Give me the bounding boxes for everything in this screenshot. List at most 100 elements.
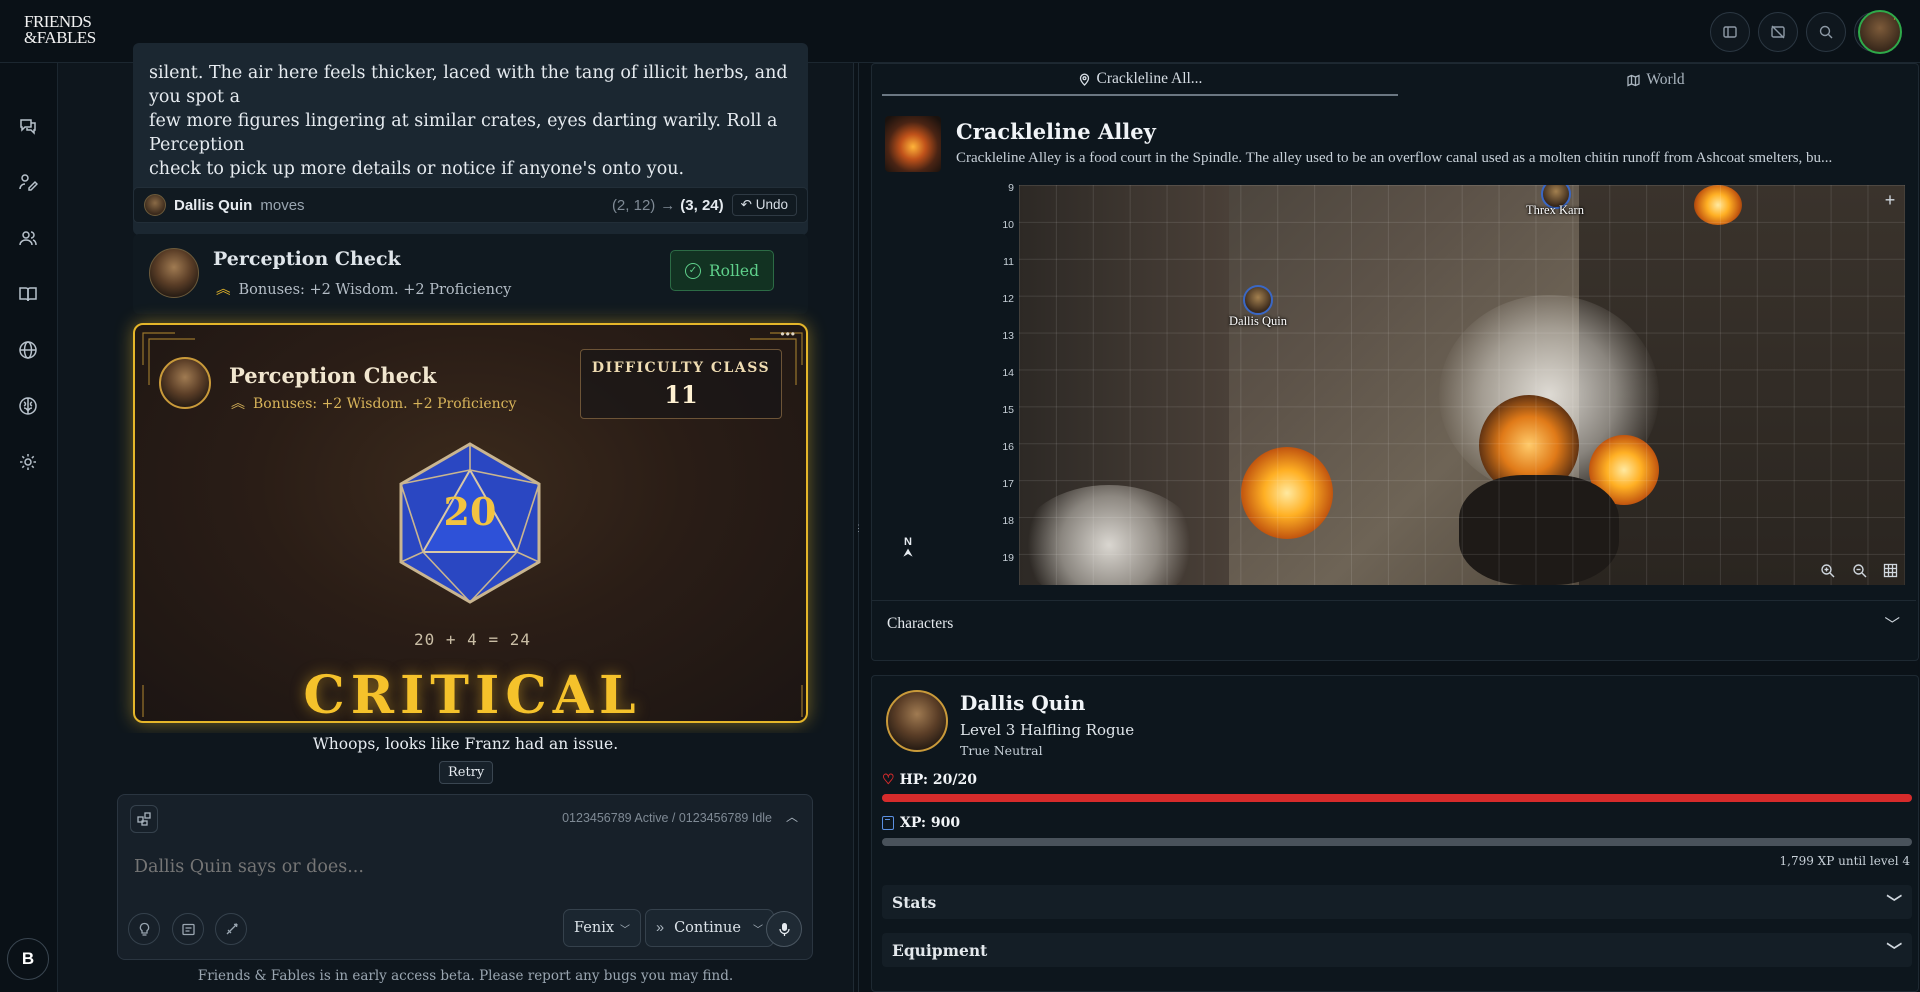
narration-line: silent. The air here feels thicker, lace… (149, 63, 788, 107)
image-button[interactable] (172, 913, 204, 945)
zoom-out-button[interactable] (1846, 557, 1872, 583)
roll-equation: 20 + 4 = 24 (414, 630, 531, 649)
roll-bonuses: Bonuses: +2 Wisdom. +2 Proficiency (253, 396, 517, 412)
narration-line: few more figures lingering at similar cr… (149, 111, 778, 155)
grid-row-label: 10 (1002, 219, 1014, 231)
check-bonuses: Bonuses: +2 Wisdom. +2 Proficiency (238, 282, 512, 298)
fast-forward-icon: » (656, 920, 665, 936)
logo-line-2: &FABLES (24, 28, 96, 47)
token-label: Dallis Quin (1229, 314, 1287, 328)
brain-icon[interactable] (17, 395, 39, 417)
stats-label: Stats (892, 892, 937, 912)
tab-location-label: Crackleline All... (1096, 70, 1203, 87)
chevron-down-icon: ﹀ (752, 924, 763, 936)
chevron-down-icon: ﹀ (1886, 893, 1902, 912)
undo-button[interactable]: ↶ Undo (731, 194, 797, 216)
battle-map[interactable]: Threx Karn Dallis Quin + (1019, 185, 1905, 585)
grid-icon (1883, 563, 1897, 577)
edit-character-icon[interactable] (17, 171, 39, 193)
grid-row-label: 19 (1002, 552, 1014, 564)
location-description: Crackleline Alley is a food court in the… (956, 150, 1833, 166)
check-bonuses-row: ︽ Bonuses: +2 Wisdom. +2 Proficiency (216, 278, 511, 299)
hp-label: HP: 20/20 (899, 771, 977, 788)
grid-row-label: 11 (1003, 256, 1014, 268)
panel-resizer[interactable]: ⋮ (853, 63, 863, 992)
beta-footer-note: Friends & Fables is in early access beta… (197, 968, 734, 984)
app-logo[interactable]: FRIENDS &FABLES (24, 13, 96, 47)
character-portrait (149, 248, 199, 298)
user-avatar[interactable]: ★ (1858, 10, 1902, 54)
north-arrow-icon: ⮝ (903, 548, 913, 559)
collapse-chevron-icon[interactable]: ︿ (786, 808, 798, 825)
grid-row-label: 15 (1002, 404, 1014, 416)
globe-icon[interactable] (17, 339, 39, 361)
drag-handle-icon[interactable]: ⋮ (854, 523, 863, 534)
voice-input-button[interactable] (766, 911, 802, 947)
hide-image-button[interactable] (1758, 12, 1798, 52)
chat-column: silent. The air here feels thicker, lace… (58, 43, 853, 992)
compass-label: N (904, 536, 912, 548)
check-circle-icon: ✓ (684, 262, 701, 279)
move-from: (2, 12) (611, 196, 656, 214)
move-to: (3, 24) (680, 196, 724, 214)
difficulty-class-box: DIFFICULTY CLASS 11 (580, 349, 782, 419)
move-verb: moves (260, 196, 305, 214)
settings-icon[interactable] (17, 451, 39, 473)
perception-check-summary: Perception Check ︽ Bonuses: +2 Wisdom. +2… (133, 234, 808, 314)
grid-row-label: 14 (1002, 367, 1014, 379)
user-initial: B (21, 949, 35, 968)
right-panel: Crackleline All... World Crackleline All… (867, 63, 1920, 992)
sidebar-toggle-icon (1723, 26, 1737, 38)
undo-label: Undo (755, 197, 788, 212)
xp-until-next: 1,799 XP until level 4 (1779, 854, 1910, 868)
character-portrait (159, 357, 211, 409)
mode-select-value: Continue (674, 920, 741, 936)
chevron-down-icon: ﹀ (1886, 941, 1902, 960)
user-menu-button[interactable]: B (7, 938, 49, 980)
bonus-chevron-icon: ︽ (216, 282, 231, 298)
chat-icon[interactable] (17, 115, 39, 137)
quick-action-button[interactable] (215, 913, 247, 945)
location-map-panel: Crackleline All... World Crackleline All… (871, 63, 1919, 661)
character-avatar (144, 194, 166, 216)
character-sheet: Dallis Quin Level 3 Halfling Rogue True … (871, 675, 1919, 992)
search-button[interactable] (1806, 12, 1846, 52)
composer-menu-button[interactable] (130, 805, 158, 833)
compass: N ⮝ (902, 536, 914, 559)
zoom-in-button[interactable] (1814, 557, 1840, 583)
stats-accordion[interactable]: Stats ﹀ (882, 885, 1912, 919)
rolled-status-button[interactable]: ✓ Rolled (670, 250, 774, 291)
book-icon[interactable] (17, 283, 39, 305)
tab-world[interactable]: World (1398, 64, 1914, 96)
toggle-grid-button[interactable] (1877, 557, 1903, 583)
map-icon (1627, 74, 1640, 86)
left-rail: B (0, 63, 58, 992)
tab-location[interactable]: Crackleline All... (882, 64, 1398, 96)
zoom-in-icon (1820, 563, 1834, 577)
character-portrait (886, 690, 948, 752)
rolled-label: Rolled (708, 261, 759, 280)
hint-button[interactable] (128, 913, 160, 945)
character-token[interactable] (1243, 285, 1273, 315)
character-name: Dallis Quin (960, 691, 1086, 715)
sidebar-toggle-button[interactable] (1710, 12, 1750, 52)
card-menu-button[interactable]: ••• (780, 327, 796, 341)
tab-world-label: World (1646, 71, 1685, 88)
party-icon[interactable] (17, 227, 39, 249)
chevron-down-icon: ﹀ (620, 924, 631, 936)
hp-bar-fill (882, 794, 1912, 802)
xp-bar-track (882, 838, 1912, 846)
dc-value: 11 (664, 380, 698, 409)
token-label: Threx Karn (1526, 203, 1584, 217)
hide-image-icon (1771, 25, 1785, 39)
mode-select[interactable]: » Continue ﹀ (645, 909, 774, 947)
move-character-name: Dallis Quin (174, 196, 253, 214)
characters-accordion[interactable]: Characters ﹀ (871, 600, 1916, 646)
add-map-button[interactable]: + (1877, 187, 1903, 213)
grid-row-label: 16 (1002, 441, 1014, 453)
equipment-accordion[interactable]: Equipment ﹀ (882, 933, 1912, 967)
retry-button[interactable]: Retry (439, 761, 494, 784)
message-input[interactable] (134, 857, 794, 877)
model-select[interactable]: Fenix ﹀ (563, 909, 642, 947)
bonus-chevron-icon: ︽ (231, 395, 245, 411)
